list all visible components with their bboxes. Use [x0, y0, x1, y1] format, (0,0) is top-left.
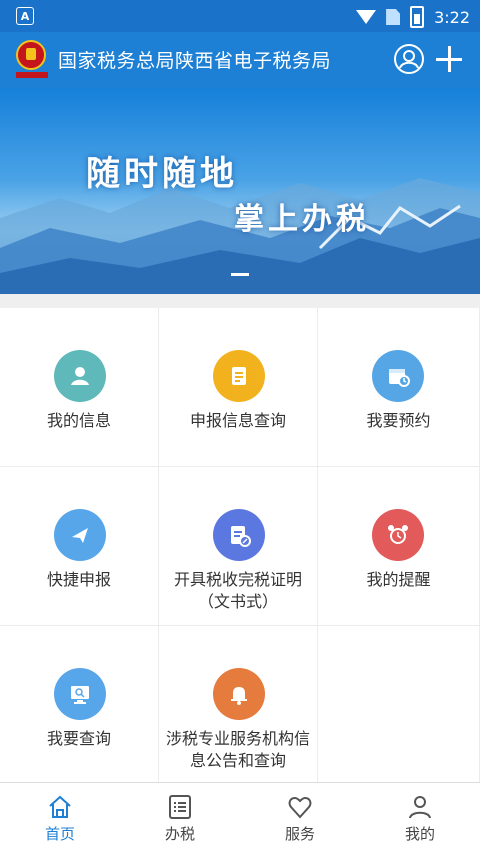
- service-appointment[interactable]: 我要预约: [318, 308, 480, 467]
- tab-tax[interactable]: 办税: [120, 783, 240, 853]
- service-declaration-query[interactable]: 申报信息查询: [159, 308, 318, 467]
- plus-icon[interactable]: [434, 44, 464, 74]
- section-divider: [0, 294, 480, 308]
- tab-label: 首页: [44, 825, 75, 843]
- battery-icon: [410, 6, 425, 28]
- service-quick-declare[interactable]: 快捷申报: [0, 467, 159, 626]
- tab-home[interactable]: 首页: [0, 783, 120, 853]
- tab-services[interactable]: 服务: [240, 783, 360, 853]
- service-label: 快捷申报: [46, 570, 111, 589]
- banner-slogan-2: 掌上办税: [234, 202, 370, 237]
- banner[interactable]: 随时随地 掌上办税: [0, 88, 480, 294]
- tab-mine[interactable]: 我的: [360, 783, 480, 853]
- service-label: 开具税收完税证明（文书式）: [173, 570, 302, 611]
- service-label: 我的提醒: [366, 570, 431, 589]
- home-icon: [46, 793, 74, 821]
- notification-icon: A: [16, 7, 34, 25]
- service-label: 我的信息: [46, 411, 111, 430]
- service-my-info[interactable]: 我的信息: [0, 308, 159, 467]
- service-label: 我要查询: [46, 729, 111, 748]
- service-label: 申报信息查询: [189, 411, 286, 430]
- banner-slogan-1: 随时随地: [86, 154, 238, 194]
- bell-icon: [213, 668, 265, 720]
- person-icon: [406, 793, 434, 821]
- user-icon[interactable]: [394, 44, 424, 74]
- paper-plane-icon: [54, 509, 106, 561]
- services-grid: 我的信息 申报信息查询 我要预约 快捷申报 开具税收完税证明（文书式） 我的提醒: [0, 308, 480, 782]
- status-time: 3:22: [434, 7, 470, 27]
- service-reminders[interactable]: 我的提醒: [318, 467, 480, 626]
- service-query[interactable]: 我要查询: [0, 626, 159, 782]
- app-header: 国家税务总局陕西省电子税务局: [0, 32, 480, 88]
- certificate-edit-icon: [213, 509, 265, 561]
- status-icons: 3:22: [356, 6, 470, 28]
- list-icon: [166, 793, 194, 821]
- tab-label: 办税: [164, 825, 195, 843]
- tab-label: 我的: [404, 825, 435, 843]
- document-icon: [213, 350, 265, 402]
- page-title: 国家税务总局陕西省电子税务局: [58, 50, 332, 72]
- alarm-clock-icon: [372, 509, 424, 561]
- wifi-icon: [356, 10, 377, 24]
- heart-icon: [286, 793, 314, 821]
- user-icon: [54, 350, 106, 402]
- calendar-clock-icon: [372, 350, 424, 402]
- monitor-search-icon: [54, 668, 106, 720]
- bottom-tab-bar: 首页 办税 服务 我的: [0, 782, 480, 853]
- service-label: 我要预约: [366, 411, 431, 430]
- service-tax-certificate[interactable]: 开具税收完税证明（文书式）: [159, 467, 318, 626]
- service-label: 涉税专业服务机构信息公告和查询: [165, 729, 310, 770]
- carousel-indicator: [231, 273, 249, 276]
- service-agency-announcement[interactable]: 涉税专业服务机构信息公告和查询: [159, 626, 318, 782]
- status-bar: A 3:22: [0, 0, 480, 32]
- sim-icon: [386, 9, 401, 25]
- tax-emblem-icon: [16, 40, 48, 78]
- service-empty-slot: [318, 626, 480, 782]
- tab-label: 服务: [284, 825, 315, 843]
